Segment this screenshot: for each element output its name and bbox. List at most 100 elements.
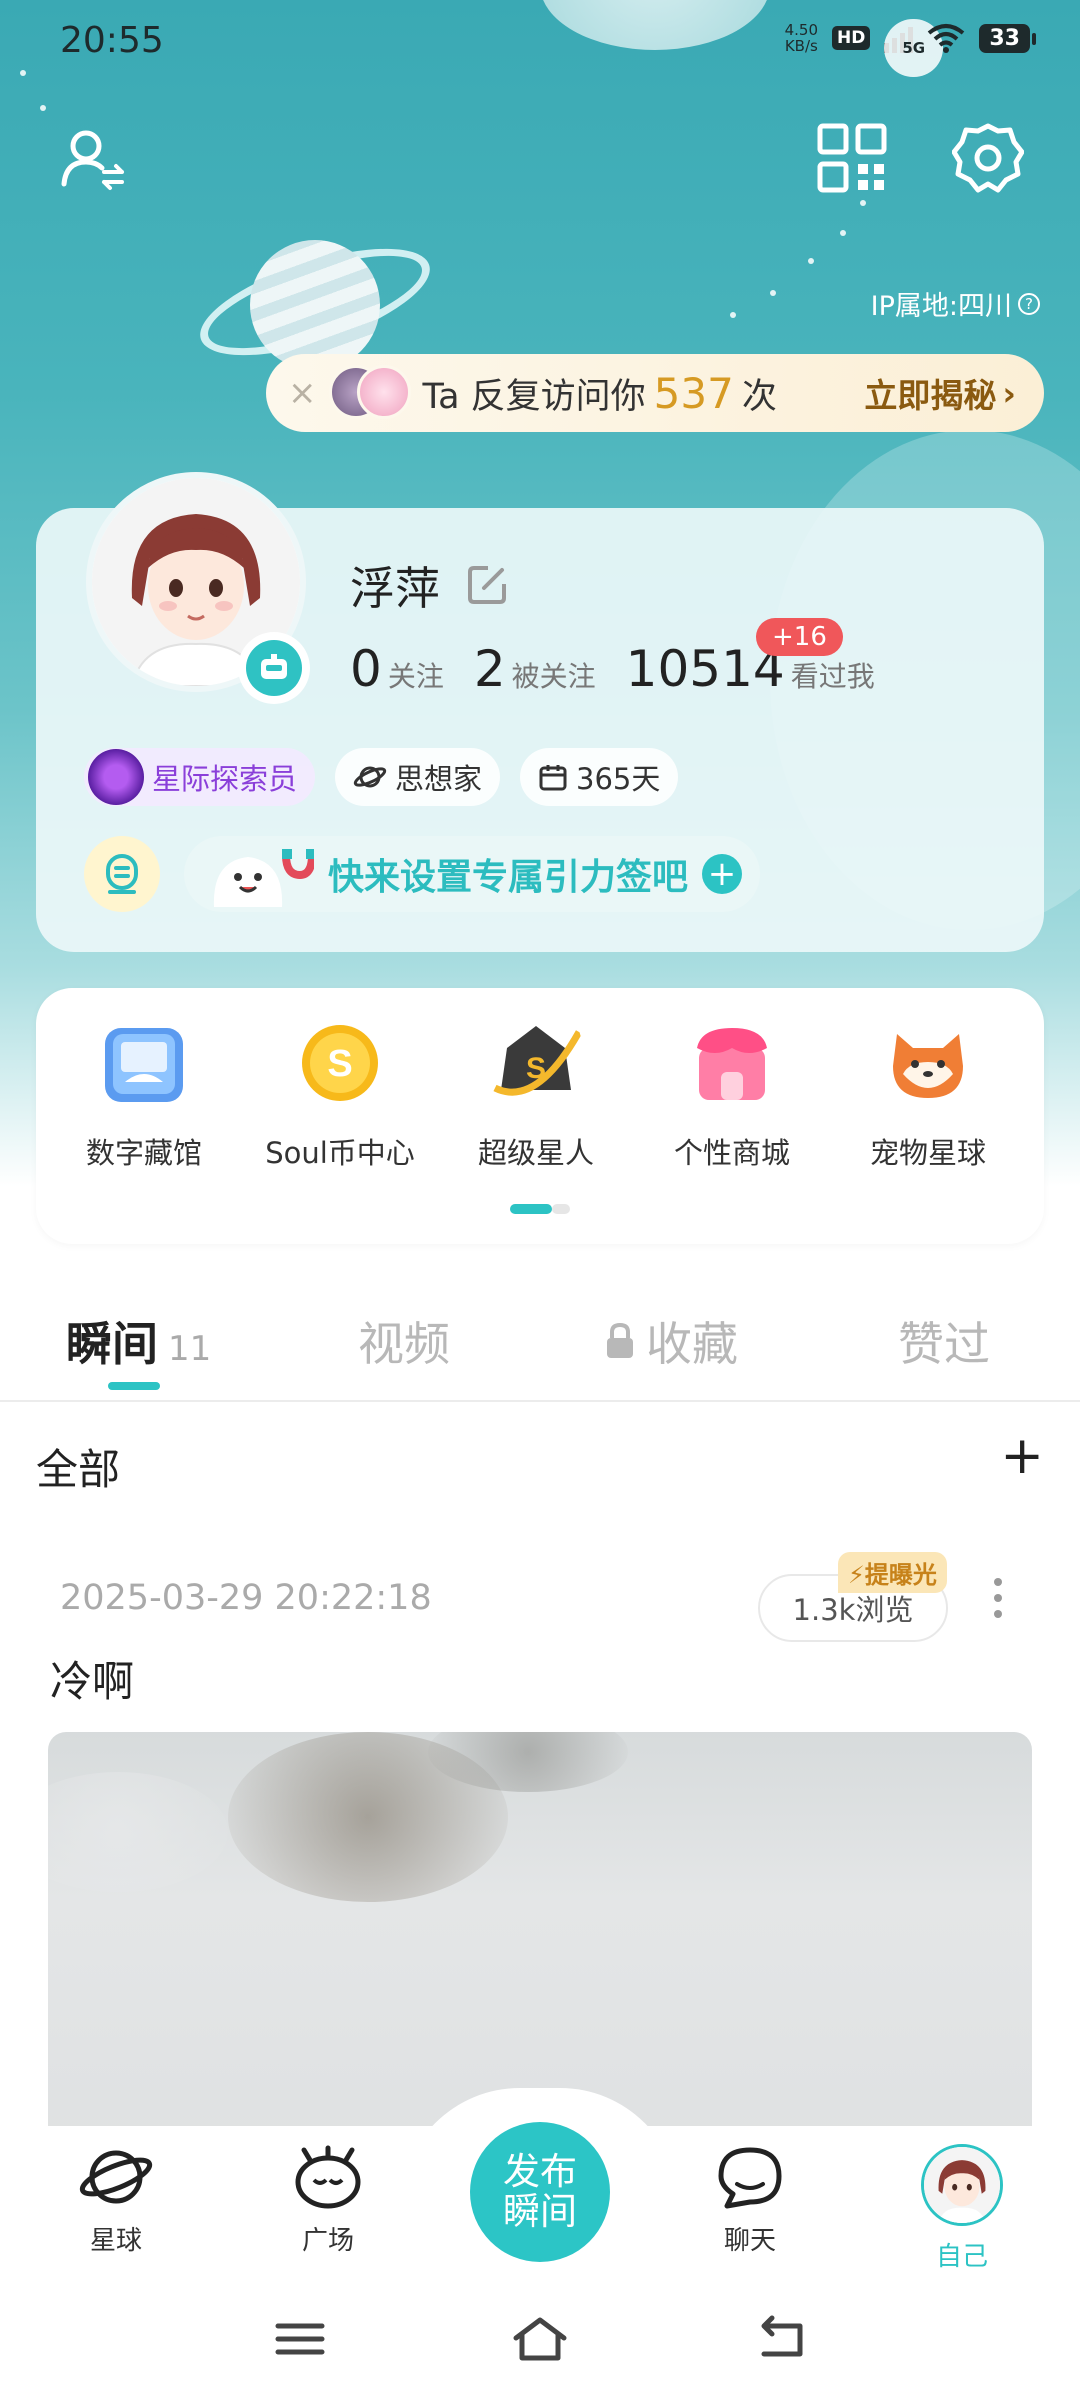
followers-count: 2 [473, 640, 506, 698]
publish-moment-button[interactable]: 发布 瞬间 [470, 2122, 610, 2262]
super-star-icon: S [493, 1026, 581, 1096]
tab-liked-label: 赞过 [898, 1317, 990, 1371]
chat-icon [718, 2147, 782, 2209]
signature-button[interactable]: 快来设置专属引力签吧 + [184, 836, 761, 912]
chevron-right-icon: › [1002, 373, 1016, 413]
post-views-label: 1.3k浏览 [792, 1593, 914, 1627]
feature-label: Soul币中心 [265, 1136, 415, 1170]
digital-collection-icon [105, 1028, 183, 1102]
tab-moments-count: 11 [168, 1329, 212, 1369]
post-date: 2025-03-29 20:22:18 [60, 1578, 432, 1618]
settings-gear-icon[interactable] [952, 122, 1024, 194]
voice-intro-button[interactable] [84, 836, 160, 912]
visitor-avatars [328, 365, 415, 421]
feature-super-star[interactable]: S 超级星人 [438, 1018, 634, 1172]
nav-square[interactable]: 广场 [268, 2144, 388, 2257]
more-options-icon[interactable] [994, 1578, 1002, 1618]
avatar-badge[interactable] [238, 632, 310, 704]
visitor-banner[interactable]: × Ta 反复访问你 537 次 立即揭秘 › [266, 354, 1044, 432]
edit-icon[interactable] [466, 564, 508, 606]
tab-favorites[interactable]: 收藏 [604, 1308, 738, 1374]
back-icon[interactable] [752, 2314, 812, 2364]
status-bar: 20:55 4.50 KB/s HD 5G 33 [0, 0, 1080, 80]
star-decoration [840, 230, 846, 236]
post-text: 冷啊 [50, 1657, 135, 1706]
nav-chat[interactable]: 聊天 [690, 2144, 810, 2257]
page-dot [552, 1204, 570, 1214]
filter-row: 全部 + [0, 1402, 1080, 1532]
feature-digital-collection[interactable]: 数字藏馆 [46, 1018, 242, 1172]
signature-prompt: 快来设置专属引力签吧 [328, 857, 689, 898]
visitor-banner-text: Ta 反复访问你 537 次 [423, 368, 777, 419]
signal-icon: 5G [884, 19, 944, 77]
thinker-tag[interactable]: 思想家 [335, 748, 501, 806]
switch-account-icon[interactable] [56, 122, 128, 194]
followers-stat[interactable]: 2 被关注 [474, 640, 596, 698]
visitor-banner-suffix: 次 [741, 376, 777, 417]
network-speed: 4.50 KB/s [785, 22, 818, 54]
feature-label: 个性商城 [673, 1136, 790, 1170]
plus-circle-icon: + [702, 854, 743, 894]
following-stat[interactable]: 0 关注 [350, 640, 444, 698]
explorer-tag[interactable]: 星际探索员 [84, 748, 316, 806]
nav-chat-label: 聊天 [723, 2226, 776, 2256]
feature-label: 超级星人 [477, 1136, 594, 1170]
profile-tags: 星际探索员 思想家 365天 [84, 748, 679, 806]
feature-mall[interactable]: 个性商城 [634, 1018, 830, 1172]
feature-label: 宠物星球 [869, 1136, 986, 1170]
tab-moments[interactable]: 瞬间 11 [66, 1308, 211, 1374]
tab-video[interactable]: 视频 [358, 1308, 450, 1374]
close-icon[interactable]: × [288, 373, 317, 413]
nav-me[interactable]: 自己 [902, 2144, 1022, 2273]
thinker-tag-label: 思想家 [395, 762, 483, 796]
home-icon[interactable] [510, 2314, 570, 2364]
nav-planet-label: 星球 [89, 2226, 142, 2256]
robot-icon [246, 640, 302, 696]
soul-coin-icon: S [302, 1025, 378, 1101]
nav-planet[interactable]: 星球 [56, 2144, 176, 2257]
new-visitors-badge: +16 [756, 618, 843, 656]
reveal-button-label: 立即揭秘 [864, 376, 997, 415]
network-speed-value: 4.50 [784, 21, 819, 39]
visitor-banner-prefix: Ta 反复访问你 [422, 376, 646, 417]
days-tag[interactable]: 365天 [520, 748, 679, 806]
qr-code-icon[interactable] [816, 122, 888, 194]
lightning-icon: ⚡ [848, 1561, 865, 1589]
lock-icon [607, 1322, 633, 1358]
filter-all-label[interactable]: 全部 [36, 1436, 120, 1497]
help-icon[interactable]: ? [1018, 292, 1040, 315]
feature-soul-coin[interactable]: S Soul币中心 [242, 1018, 438, 1172]
hd-icon: HD [832, 26, 871, 50]
nav-avatar [921, 2144, 1003, 2226]
planet-icon [79, 2150, 153, 2204]
tab-video-label: 视频 [358, 1317, 450, 1371]
coin-symbol: S [327, 1043, 352, 1085]
ip-location: IP属地:四川 ? [871, 284, 1040, 323]
ip-location-text: IP属地:四川 [870, 291, 1012, 322]
status-icons: 4.50 KB/s HD 5G 33 [785, 19, 1036, 77]
visitor-count: 537 [653, 368, 734, 418]
battery-icon: 33 [979, 23, 1036, 53]
menu-icon[interactable] [270, 2314, 330, 2364]
network-speed-unit: KB/s [784, 37, 818, 55]
signature-row: 快来设置专属引力签吧 + [84, 836, 761, 912]
mall-icon [697, 1028, 767, 1100]
feature-list: 数字藏馆 S Soul币中心 S 超级星人 个性商城 宠物星球 [36, 1018, 1044, 1172]
boost-badge[interactable]: ⚡提曝光 [838, 1552, 947, 1593]
star-decoration [860, 200, 866, 206]
status-time: 20:55 [60, 20, 164, 61]
planet-outline-icon [353, 766, 387, 788]
reveal-button[interactable]: 立即揭秘 › [864, 369, 1016, 417]
add-category-icon[interactable]: + [1000, 1426, 1044, 1486]
feature-shortcuts-card: 数字藏馆 S Soul币中心 S 超级星人 个性商城 宠物星球 [36, 988, 1044, 1244]
following-label: 关注 [387, 660, 444, 693]
visitor-avatar [356, 365, 411, 419]
active-tab-indicator [108, 1382, 160, 1390]
nav-me-label: 自己 [935, 2242, 988, 2272]
publish-label-line1: 发布 [503, 2150, 577, 2193]
voice-icon [106, 854, 138, 894]
tab-liked[interactable]: 赞过 [898, 1308, 990, 1374]
publish-label-line2: 瞬间 [503, 2190, 577, 2233]
planet-decoration [250, 240, 380, 370]
feature-pet-planet[interactable]: 宠物星球 [830, 1018, 1026, 1172]
